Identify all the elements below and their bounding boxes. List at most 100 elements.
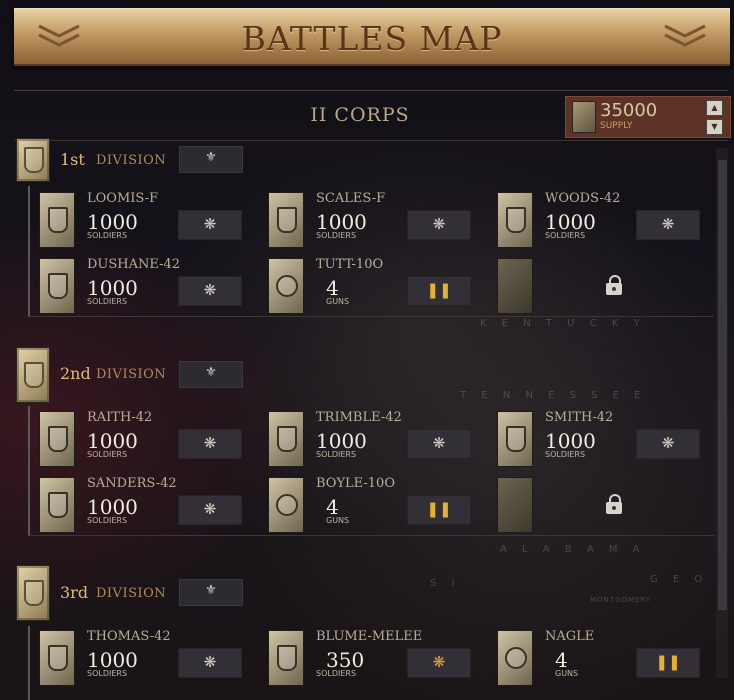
unit-type: GUNS xyxy=(555,669,579,678)
leaf-icon: ❋ xyxy=(661,434,675,452)
divider xyxy=(14,90,728,91)
eagle-icon: ⚜ xyxy=(205,365,217,380)
division-badge-icon xyxy=(16,138,50,182)
unit-card[interactable]: RAITH-42 1000 SOLDIERS ❋ xyxy=(39,409,265,469)
empty-unit-slot xyxy=(497,258,533,314)
unit-name: BOYLE-10O xyxy=(316,476,395,491)
unit-card[interactable]: TUTT-10O 4 GUNS ❚❚ xyxy=(268,256,494,316)
unit-card[interactable]: NAGLE 4 GUNS ❚❚ xyxy=(497,628,723,688)
division-number: 2nd xyxy=(60,364,91,383)
eagle-button[interactable]: ⚜ xyxy=(179,361,243,388)
leaf-icon: ❋ xyxy=(661,215,675,233)
map-label: A L A B A M A xyxy=(500,544,646,555)
unit-name: RAITH-42 xyxy=(87,410,153,425)
unit-name: BLUME-MELEE xyxy=(316,629,423,644)
chevron-down-icon[interactable] xyxy=(662,23,708,49)
leaf-icon: ❋ xyxy=(203,500,217,518)
unit-action-button[interactable]: ❋ xyxy=(178,210,242,240)
unit-type: SOLDIERS xyxy=(87,450,128,459)
map-label: K E N T U C K Y xyxy=(480,318,646,329)
unit-name: TRIMBLE-42 xyxy=(316,410,402,425)
pause-icon: ❚❚ xyxy=(426,281,452,299)
page-title: BATTLES MAP xyxy=(241,19,503,58)
unit-type: GUNS xyxy=(326,297,350,306)
unit-name: SMITH-42 xyxy=(545,410,614,425)
unit-type: SOLDIERS xyxy=(316,231,357,240)
pause-button[interactable]: ❚❚ xyxy=(407,495,471,525)
unit-card[interactable]: BOYLE-10O 4 GUNS ❚❚ xyxy=(268,475,494,535)
infantry-icon xyxy=(268,192,304,248)
unit-action-button[interactable]: ❋ xyxy=(178,429,242,459)
unit-action-button[interactable]: ❋ xyxy=(636,429,700,459)
unit-type: SOLDIERS xyxy=(87,669,128,678)
supply-value: 35000 xyxy=(600,100,658,121)
unit-card[interactable]: TRIMBLE-42 1000 SOLDIERS ❋ xyxy=(268,409,494,469)
lock-icon xyxy=(606,275,622,295)
supply-panel: 35000 SUPPLY ▲ ▼ xyxy=(565,96,731,138)
division-number: 3rd xyxy=(60,583,89,602)
lock-icon xyxy=(606,494,622,514)
map-label: S I xyxy=(430,578,461,589)
pause-button[interactable]: ❚❚ xyxy=(407,276,471,306)
artillery-icon xyxy=(268,477,304,533)
division-label: DIVISION xyxy=(96,367,167,382)
unit-action-button[interactable]: ❋ xyxy=(178,276,242,306)
leaf-icon: ❋ xyxy=(432,215,446,233)
unit-type: SOLDIERS xyxy=(87,231,128,240)
infantry-icon xyxy=(39,477,75,533)
unit-name: DUSHANE-42 xyxy=(87,257,181,272)
battles-map-header: BATTLES MAP xyxy=(14,8,730,66)
division-badge-icon xyxy=(16,347,50,403)
division-badge-icon xyxy=(16,565,50,621)
artillery-icon xyxy=(497,630,533,686)
unit-name: WOODS-42 xyxy=(545,191,621,206)
leaf-icon: ❋ xyxy=(203,434,217,452)
unit-name: TUTT-10O xyxy=(316,257,384,272)
division-label: DIVISION xyxy=(96,586,167,601)
unit-action-button[interactable]: ❋ xyxy=(407,429,471,459)
infantry-icon xyxy=(39,258,75,314)
unit-type: SOLDIERS xyxy=(316,450,357,459)
supply-down-button[interactable]: ▼ xyxy=(706,119,723,135)
leaf-icon: ❋ xyxy=(432,434,446,452)
unit-card[interactable]: SMITH-42 1000 SOLDIERS ❋ xyxy=(497,409,723,469)
unit-name: THOMAS-42 xyxy=(87,629,171,644)
infantry-icon xyxy=(268,630,304,686)
infantry-icon xyxy=(268,411,304,467)
unit-card[interactable]: LOOMIS-F 1000 SOLDIERS ❋ xyxy=(39,190,265,250)
unit-card[interactable]: BLUME-MELEE 350 SOLDIERS ❋ xyxy=(268,628,494,688)
empty-unit-slot xyxy=(497,477,533,533)
unit-name: NAGLE xyxy=(545,629,595,644)
eagle-button[interactable]: ⚜ xyxy=(179,579,243,606)
division-label: DIVISION xyxy=(96,153,167,168)
unit-card[interactable]: SCALES-F 1000 SOLDIERS ❋ xyxy=(268,190,494,250)
pause-icon: ❚❚ xyxy=(655,653,681,671)
unit-name: SCALES-F xyxy=(316,191,386,206)
unit-name: LOOMIS-F xyxy=(87,191,159,206)
unit-name: SANDERS-42 xyxy=(87,476,177,491)
unit-card[interactable]: THOMAS-42 1000 SOLDIERS ❋ xyxy=(39,628,265,688)
unit-type: SOLDIERS xyxy=(87,297,128,306)
divider xyxy=(14,140,728,141)
unit-card[interactable]: SANDERS-42 1000 SOLDIERS ❋ xyxy=(39,475,265,535)
map-label: T E N N E S S E E xyxy=(460,390,647,401)
infantry-icon xyxy=(497,411,533,467)
unit-action-button[interactable]: ❋ xyxy=(407,210,471,240)
leaf-icon: ❋ xyxy=(203,281,217,299)
unit-type: SOLDIERS xyxy=(87,516,128,525)
unit-action-button[interactable]: ❋ xyxy=(178,648,242,678)
eagle-icon: ⚜ xyxy=(205,150,217,165)
unit-card[interactable]: DUSHANE-42 1000 SOLDIERS ❋ xyxy=(39,256,265,316)
unit-card[interactable]: WOODS-42 1000 SOLDIERS ❋ xyxy=(497,190,723,250)
unit-action-button[interactable]: ❋ xyxy=(407,648,471,678)
infantry-icon xyxy=(497,192,533,248)
artillery-icon xyxy=(268,258,304,314)
infantry-icon xyxy=(39,192,75,248)
pause-button[interactable]: ❚❚ xyxy=(636,648,700,678)
leaf-icon: ❋ xyxy=(432,653,446,671)
unit-action-button[interactable]: ❋ xyxy=(178,495,242,525)
infantry-icon xyxy=(39,411,75,467)
supply-up-button[interactable]: ▲ xyxy=(706,100,723,116)
eagle-button[interactable]: ⚜ xyxy=(179,146,243,173)
unit-action-button[interactable]: ❋ xyxy=(636,210,700,240)
